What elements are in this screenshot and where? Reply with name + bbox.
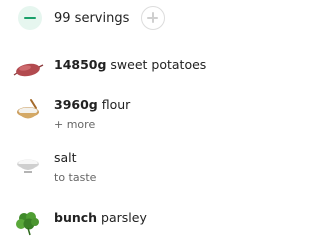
ingredient-quantity: 3960g [54,97,98,112]
sweet-potato-icon [13,63,44,77]
ingredient-name: salt [54,150,77,165]
servings-count: 99 servings [54,10,130,26]
ingredient-item-parsley: bunch parsley [12,210,147,236]
servings-stepper: 99 servings [18,5,166,31]
decrease-servings-button[interactable] [18,6,42,30]
ingredient-quantity: 14850g [54,57,107,72]
ingredient-name: flour [101,97,131,112]
ingredient-item-flour: 3960g flour + more [12,97,130,131]
ingredient-item-sweet-potatoes: 14850g sweet potatoes [12,57,206,83]
ingredients-panel: 99 servings 14850g sweet potatoes 3960g [0,0,240,240]
ingredient-name: parsley [101,210,147,225]
ingredient-item-salt: salt to taste [12,150,96,184]
increase-servings-button[interactable] [141,6,166,30]
flour-bowl-icon [17,99,39,119]
ingredient-note: to taste [54,171,97,184]
ingredient-quantity: bunch [54,210,98,225]
parsley-icon [16,212,39,236]
ingredient-name: sweet potatoes [110,57,207,72]
salt-bowl-icon [17,159,39,173]
more-link[interactable]: + more [54,118,130,131]
